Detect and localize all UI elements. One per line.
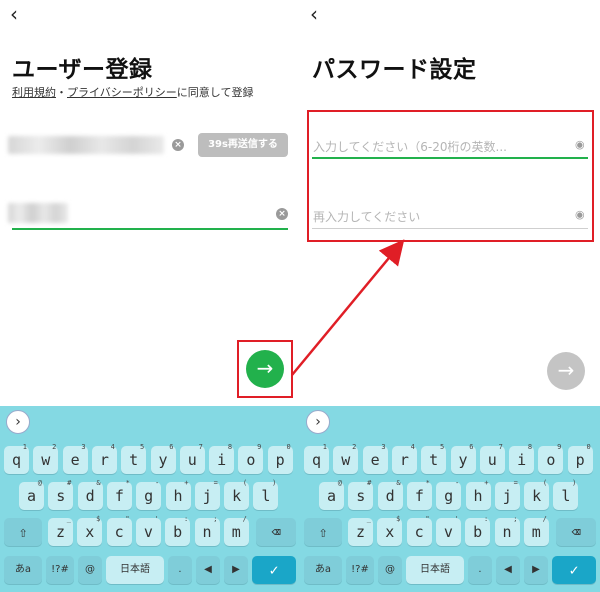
red-pointer-arrow	[291, 239, 405, 376]
